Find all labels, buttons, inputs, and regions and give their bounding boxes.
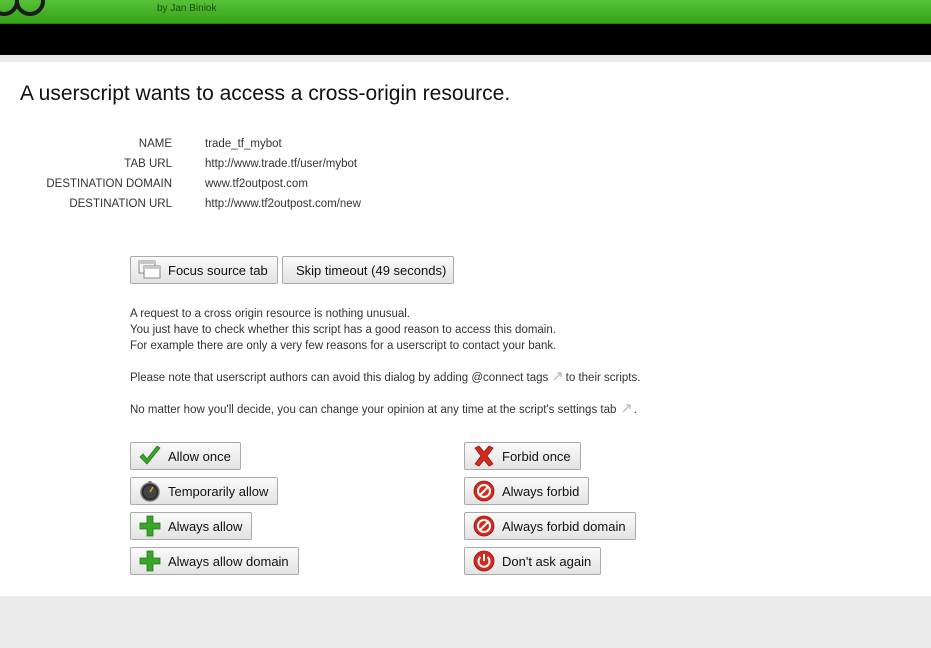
windows-icon (138, 259, 162, 281)
green-plus-icon (138, 515, 162, 537)
dialog-content: A userscript wants to access a cross-ori… (0, 62, 931, 596)
focus-source-tab-button[interactable]: Focus source tab (130, 256, 278, 284)
info-row-destination-domain: DESTINATION DOMAIN www.tf2outpost.com (0, 178, 600, 198)
info-value: www.tf2outpost.com (205, 178, 308, 190)
always-allow-domain-label: Always allow domain (168, 553, 289, 569)
no-entry-icon (472, 480, 496, 502)
header-black-band (0, 24, 931, 55)
skip-timeout-button[interactable]: Skip timeout (49 seconds) (282, 256, 455, 284)
description-line: A request to a cross origin resource is … (130, 308, 410, 320)
connect-note: Please note that userscript authors can … (130, 370, 640, 386)
description-line: For example there are only a very few re… (130, 340, 557, 352)
info-value: http://www.tf2outpost.com/new (205, 198, 361, 210)
power-icon (472, 550, 496, 572)
connect-note-text: Please note that userscript authors can … (130, 372, 549, 384)
connect-note-text-end: to their scripts. (565, 372, 641, 384)
info-row-name: NAME trade_tf_mybot (0, 138, 600, 158)
info-row-destination-url: DESTINATION URL http://www.tf2outpost.co… (0, 198, 600, 218)
settings-note-text: No matter how you'll decide, you can cha… (130, 404, 617, 416)
info-label: DESTINATION DOMAIN (46, 178, 172, 190)
no-entry-icon (472, 515, 496, 537)
forbid-once-button[interactable]: Forbid once (464, 442, 581, 470)
description-line: You just have to check whether this scri… (130, 324, 556, 336)
dont-ask-again-button[interactable]: Don't ask again (464, 547, 602, 575)
extension-header: by Jan Biniok (0, 0, 931, 24)
description: A request to a cross origin resource is … (130, 306, 556, 354)
info-value: http://www.trade.tf/user/mybot (205, 158, 358, 170)
allow-once-label: Allow once (168, 448, 231, 464)
info-label: NAME (138, 138, 172, 150)
checkmark-icon (138, 445, 162, 467)
settings-note-text-end: . (633, 404, 637, 416)
green-plus-icon (138, 550, 162, 572)
info-label: DESTINATION URL (69, 198, 172, 210)
info-label: TAB URL (124, 158, 172, 170)
page-title: A userscript wants to access a cross-ori… (20, 82, 511, 105)
always-allow-button[interactable]: Always allow (130, 512, 253, 540)
always-forbid-domain-button[interactable]: Always forbid domain (464, 512, 636, 540)
author-credit: by Jan Biniok (157, 3, 217, 14)
temporarily-allow-button[interactable]: Temporarily allow (130, 477, 279, 505)
red-x-icon (472, 445, 496, 467)
settings-note: No matter how you'll decide, you can cha… (130, 402, 637, 418)
external-link-icon[interactable] (622, 404, 631, 413)
always-forbid-domain-label: Always forbid domain (502, 518, 626, 534)
temporarily-allow-label: Temporarily allow (168, 483, 269, 499)
always-forbid-button[interactable]: Always forbid (464, 477, 590, 505)
dont-ask-again-label: Don't ask again (502, 553, 592, 569)
info-value: trade_tf_mybot (205, 138, 282, 150)
info-row-tab-url: TAB URL http://www.trade.tf/user/mybot (0, 158, 600, 178)
tampermonkey-logo-icon (0, 0, 45, 16)
stopwatch-icon (138, 480, 162, 502)
forbid-once-label: Forbid once (502, 448, 571, 464)
allow-once-button[interactable]: Allow once (130, 442, 241, 470)
always-allow-label: Always allow (168, 518, 243, 534)
always-forbid-label: Always forbid (502, 483, 580, 499)
focus-source-tab-label: Focus source tab (168, 262, 268, 278)
external-link-icon[interactable] (553, 372, 562, 381)
always-allow-domain-button[interactable]: Always allow domain (130, 547, 299, 575)
skip-timeout-label: Skip timeout (49 seconds) (296, 262, 447, 278)
